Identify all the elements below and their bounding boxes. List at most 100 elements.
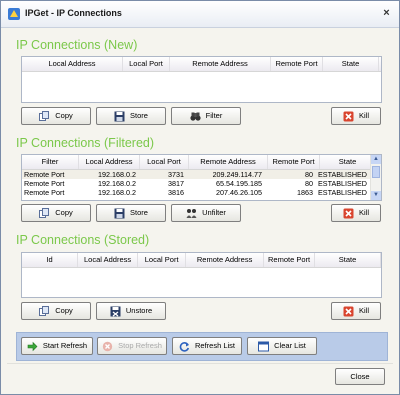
unfilter-label: Unfilter (202, 208, 226, 217)
kill-button-new[interactable]: Kill (331, 107, 381, 125)
column-header[interactable]: State (323, 57, 379, 71)
kill-x-icon (343, 111, 354, 121)
floppy-disk-icon (114, 208, 125, 218)
ipget-app-icon (8, 8, 20, 20)
column-header[interactable]: Remote Address (189, 155, 268, 169)
window-close-icon[interactable]: × (380, 7, 393, 20)
kill-x-icon (343, 306, 354, 316)
scroll-thumb[interactable] (372, 166, 380, 178)
copy-button-new[interactable]: Copy (21, 107, 91, 125)
copy-icon (39, 207, 50, 218)
cell-state: ESTABLISHED (318, 188, 367, 197)
divider (7, 363, 393, 364)
column-header[interactable]: Local Port (138, 253, 187, 267)
floppy-disk-icon (114, 111, 125, 121)
table-header: Id Local Address Local Port Remote Addre… (22, 253, 381, 268)
store-label: Store (130, 208, 148, 217)
column-header[interactable]: Remote Port (271, 57, 323, 71)
column-header[interactable]: Remote Address (186, 253, 264, 267)
table-row[interactable]: Remote Port 192.168.0.2 3816 207.46.26.1… (22, 188, 381, 197)
unfilter-button[interactable]: Unfilter (171, 204, 241, 222)
window-title: IPGet - IP Connections (25, 8, 122, 18)
close-label: Close (350, 371, 370, 381)
cell-remote-address: 209.249.114.77 (212, 170, 262, 179)
column-header[interactable]: Remote Port (264, 253, 316, 267)
table-header: Filter Local Address Local Port Remote A… (22, 155, 381, 170)
refresh-icon (179, 341, 190, 352)
section-title-filtered: IP Connections (Filtered) (16, 136, 155, 150)
unstore-icon (110, 306, 121, 317)
refresh-list-button[interactable]: Refresh List (172, 337, 242, 355)
clear-list-button[interactable]: Clear List (247, 337, 317, 355)
green-arrow-right-icon (27, 341, 38, 351)
cell-remote-port: 1863 (297, 188, 313, 197)
kill-label: Kill (358, 208, 369, 217)
stored-connections-table[interactable]: Id Local Address Local Port Remote Addre… (21, 252, 382, 298)
table-header: Local Address Local Port Remote Address … (22, 57, 381, 72)
copy-icon (39, 305, 50, 316)
cell-local-address: 192.168.0.2 (98, 179, 136, 188)
column-header[interactable]: State (320, 155, 376, 169)
table-row[interactable]: Remote Port 192.168.0.2 3817 65.54.195.1… (22, 179, 381, 188)
close-button[interactable]: Close (335, 368, 385, 385)
refresh-list-label: Refresh List (194, 341, 236, 350)
column-header[interactable]: Local Port (123, 57, 170, 71)
stop-refresh-label: Stop Refresh (118, 341, 162, 350)
store-button-filtered[interactable]: Store (96, 204, 166, 222)
cell-remote-port: 80 (305, 179, 313, 188)
copy-label: Copy (55, 208, 73, 217)
column-header[interactable]: Local Address (79, 155, 140, 169)
unstore-button[interactable]: Unstore (96, 302, 166, 320)
copy-icon (39, 110, 50, 121)
column-header[interactable]: Local Address (78, 253, 139, 267)
column-header[interactable]: Id (22, 253, 79, 267)
copy-button-filtered[interactable]: Copy (21, 204, 91, 222)
new-connections-table[interactable]: Local Address Local Port Remote Address … (21, 56, 382, 103)
cell-local-port: 3731 (168, 170, 184, 179)
column-header[interactable]: State (315, 253, 381, 267)
scroll-down-icon[interactable]: ▼ (371, 191, 381, 200)
unstore-label: Unstore (125, 306, 153, 315)
kill-button-filtered[interactable]: Kill (331, 204, 381, 222)
store-button-new[interactable]: Store (96, 107, 166, 125)
cell-remote-port: 80 (305, 170, 313, 179)
kill-label: Kill (358, 111, 369, 120)
column-header[interactable]: Remote Address (170, 57, 271, 71)
kill-button-stored[interactable]: Kill (331, 302, 381, 320)
copy-label: Copy (55, 306, 73, 315)
stop-icon (102, 341, 113, 351)
filter-label: Filter (205, 111, 223, 120)
main-window: IPGet - IP Connections × IP Connections … (0, 0, 400, 395)
cell-remote-address: 65.54.195.185 (216, 179, 262, 188)
cell-local-address: 192.168.0.2 (98, 170, 136, 179)
column-header[interactable]: Local Port (140, 155, 189, 169)
filtered-connections-table[interactable]: Filter Local Address Local Port Remote A… (21, 154, 382, 201)
window-clear-icon (258, 341, 270, 351)
vertical-scrollbar[interactable]: ▲ ▼ (370, 155, 381, 200)
column-header[interactable]: Remote Port (268, 155, 320, 169)
kill-label: Kill (358, 306, 369, 315)
unfilter-people-icon (186, 208, 197, 218)
cell-filter: Remote Port (24, 188, 65, 197)
clear-list-label: Clear List (274, 341, 306, 350)
copy-button-stored[interactable]: Copy (21, 302, 91, 320)
copy-label: Copy (55, 111, 73, 120)
cell-local-address: 192.168.0.2 (98, 188, 136, 197)
title-bar: IPGet - IP Connections × (1, 1, 399, 28)
cell-remote-address: 207.46.26.105 (216, 188, 262, 197)
start-refresh-button[interactable]: Start Refresh (21, 337, 93, 355)
scroll-up-icon[interactable]: ▲ (371, 155, 381, 164)
section-title-new: IP Connections (New) (16, 38, 138, 52)
section-title-stored: IP Connections (Stored) (16, 233, 150, 247)
cell-state: ESTABLISHED (318, 170, 367, 179)
column-header[interactable]: Filter (22, 155, 79, 169)
table-row[interactable]: Remote Port 192.168.0.2 3731 209.249.114… (22, 170, 381, 179)
cell-local-port: 3817 (168, 179, 184, 188)
store-label: Store (130, 111, 148, 120)
kill-x-icon (343, 208, 354, 218)
cell-state: ESTABLISHED (318, 179, 367, 188)
column-header[interactable]: Local Address (22, 57, 123, 71)
start-refresh-label: Start Refresh (42, 341, 88, 350)
filter-button[interactable]: Filter (171, 107, 241, 125)
stop-refresh-button[interactable]: Stop Refresh (97, 337, 167, 355)
